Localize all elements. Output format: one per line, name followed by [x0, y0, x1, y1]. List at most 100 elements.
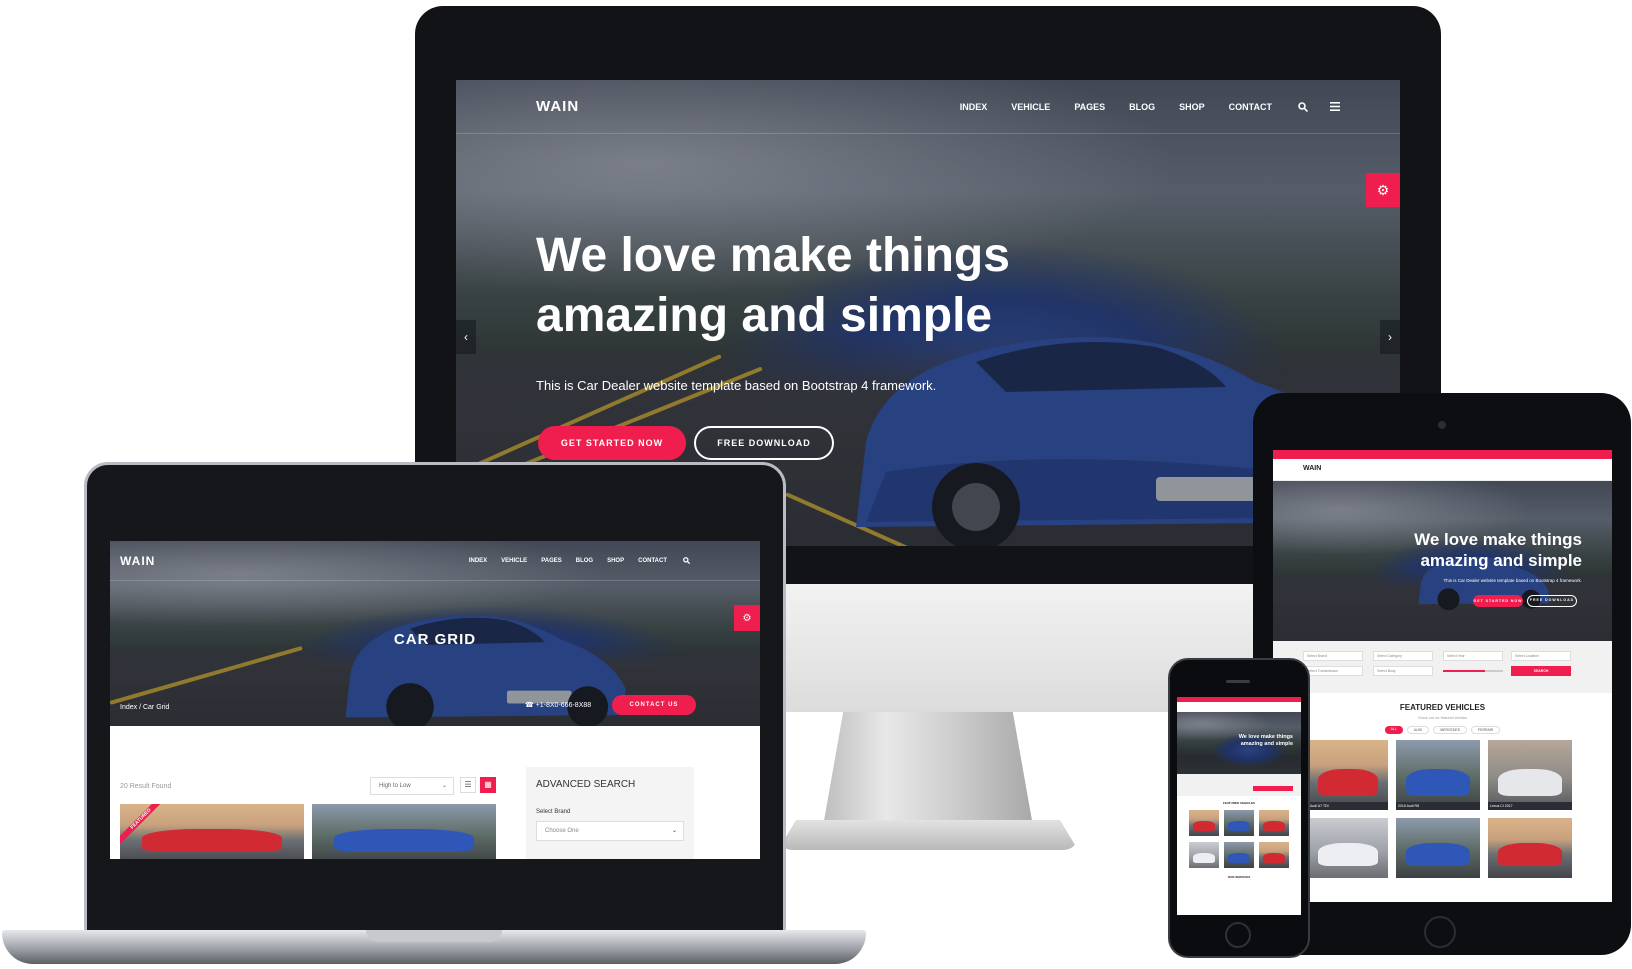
vehicle-card[interactable]: [1308, 818, 1388, 878]
responsive-devices-showcase: WAIN INDEX VEHICLE PAGES BLOG SHOP CONTA…: [0, 0, 1632, 969]
car-image: [1192, 820, 1216, 831]
nav-contact[interactable]: CONTACT: [638, 558, 667, 564]
select-category-filter[interactable]: Select Category: [1373, 651, 1433, 661]
search-button[interactable]: SEARCH: [1511, 666, 1571, 676]
sort-select[interactable]: High to Low ⌄: [370, 777, 454, 795]
car-image: [1227, 820, 1251, 831]
vehicle-name: Audi A7 TDI: [1308, 802, 1388, 810]
free-download-button[interactable]: FREE DOWNLOAD: [694, 426, 834, 460]
breadcrumb-home[interactable]: Index: [120, 704, 137, 711]
tab-all[interactable]: ALL: [1384, 726, 1403, 734]
car-card-image[interactable]: [312, 804, 496, 859]
gear-icon[interactable]: ⚙: [1366, 173, 1400, 207]
get-started-button[interactable]: GET STARTED NOW: [538, 426, 686, 460]
vehicle-card[interactable]: [1259, 810, 1289, 836]
chevron-left-icon[interactable]: ‹: [456, 320, 476, 354]
price-slider[interactable]: [1443, 670, 1503, 672]
select-location-filter[interactable]: Select Location: [1511, 651, 1571, 661]
vehicle-card[interactable]: [1224, 810, 1254, 836]
car-image: [1317, 843, 1379, 866]
nav-vehicle[interactable]: VEHICLE: [1011, 102, 1050, 112]
monitor-stand-base: [778, 820, 1078, 850]
tablet-home-button[interactable]: [1424, 916, 1456, 948]
price-slider-fill: [1443, 670, 1485, 672]
brand-logo[interactable]: WAIN: [1303, 465, 1321, 472]
grid-view-icon[interactable]: ▦: [480, 777, 496, 793]
tab-ferrari[interactable]: FERRARI: [1471, 726, 1501, 734]
desktop-nav-menu: INDEX VEHICLE PAGES BLOG SHOP CONTACT: [936, 102, 1340, 112]
our-services-title: OUR SERVICES: [1227, 875, 1251, 879]
search-icon[interactable]: [1298, 101, 1308, 112]
vehicle-card[interactable]: 2016 Audi R8: [1396, 740, 1480, 810]
vehicle-card[interactable]: Lexus CI 2017: [1488, 740, 1572, 810]
desktop-navbar: WAIN INDEX VEHICLE PAGES BLOG SHOP CONTA…: [456, 80, 1400, 134]
vehicle-card[interactable]: [1189, 842, 1219, 868]
list-view-icon[interactable]: ☰: [460, 777, 476, 793]
laptop-page-header: WAIN INDEX VEHICLE PAGES BLOG SHOP CONTA…: [110, 541, 760, 726]
laptop-navbar: WAIN INDEX VEHICLE PAGES BLOG SHOP CONTA…: [110, 541, 760, 581]
vehicle-card[interactable]: Audi A7 TDI: [1308, 740, 1388, 810]
nav-shop[interactable]: SHOP: [607, 558, 624, 564]
car-card-image[interactable]: FEATURED: [120, 804, 304, 859]
sort-select-value: High to Low: [379, 783, 411, 789]
menu-icon[interactable]: [1330, 102, 1340, 111]
tablet-navbar: WAIN: [1273, 459, 1612, 481]
nav-index[interactable]: INDEX: [469, 558, 487, 564]
tab-mercedes[interactable]: MERCEDES: [1433, 726, 1468, 734]
nav-vehicle[interactable]: VEHICLE: [501, 558, 527, 564]
vehicle-card[interactable]: [1488, 818, 1572, 878]
phone-hero: We love make things amazing and simple: [1177, 712, 1301, 774]
monitor-stand: [822, 712, 1034, 832]
featured-vehicles-subtitle: Check out our featured vehicles: [1417, 716, 1468, 720]
tab-audi[interactable]: AUDI: [1406, 726, 1430, 734]
free-download-button[interactable]: FREE DOWNLOAD: [1527, 595, 1577, 607]
car-image: [1262, 820, 1286, 831]
car-image: [1406, 843, 1470, 866]
select-body-filter[interactable]: Select Body: [1373, 666, 1433, 676]
car-image: [1262, 852, 1286, 863]
vehicle-card[interactable]: [1224, 842, 1254, 868]
gear-icon[interactable]: ⚙: [734, 605, 760, 631]
search-icon[interactable]: [683, 557, 690, 564]
laptop-nav-menu: INDEX VEHICLE PAGES BLOG SHOP CONTACT: [455, 557, 690, 564]
hero-title-line1: We love make things: [1238, 734, 1293, 740]
select-brand-filter[interactable]: Select Brand: [1303, 651, 1363, 661]
phone-navbar: [1177, 702, 1301, 712]
select-brand-dropdown[interactable]: Choose One ⌄: [536, 821, 684, 841]
tablet-topbar: [1273, 450, 1612, 459]
nav-shop[interactable]: SHOP: [1179, 102, 1205, 112]
get-started-button[interactable]: GET STARTED NOW: [1473, 595, 1523, 607]
vehicle-name: 2016 Audi R8: [1396, 802, 1480, 810]
chevron-down-icon: ⌄: [441, 783, 447, 789]
select-year-filter[interactable]: Select Year: [1443, 651, 1503, 661]
brand-logo[interactable]: WAIN: [120, 554, 155, 568]
tablet-hero: We love make things amazing and simple T…: [1273, 481, 1612, 641]
nav-blog[interactable]: BLOG: [576, 558, 593, 564]
nav-pages[interactable]: PAGES: [541, 558, 562, 564]
hero-title: We love make things amazing and simple: [1239, 734, 1293, 748]
vehicle-card[interactable]: [1259, 842, 1289, 868]
hero-title-line2: amazing and simple: [1240, 741, 1293, 747]
phone-home-button[interactable]: [1225, 922, 1251, 948]
nav-blog[interactable]: BLOG: [1129, 102, 1155, 112]
nav-pages[interactable]: PAGES: [1074, 102, 1105, 112]
search-button[interactable]: [1253, 786, 1293, 791]
chevron-right-icon[interactable]: ›: [1380, 320, 1400, 354]
featured-filter-tabs: ALL AUDI MERCEDES FERRARI: [1273, 726, 1612, 734]
vehicle-card[interactable]: [1396, 818, 1480, 878]
advanced-search-title: ADVANCED SEARCH: [536, 779, 636, 790]
nav-contact[interactable]: CONTACT: [1229, 102, 1272, 112]
car-image: [1498, 843, 1562, 866]
nav-index[interactable]: INDEX: [960, 102, 988, 112]
breadcrumb-current: Car Grid: [142, 704, 170, 711]
car-image: [1406, 769, 1470, 796]
hero-subtitle: This is Car Dealer website template base…: [536, 378, 937, 393]
header-phone: ☎ +1-8X0-666-8X88: [525, 701, 591, 709]
vehicle-card[interactable]: [1189, 810, 1219, 836]
car-image: [1227, 852, 1251, 863]
contact-us-button[interactable]: CONTACT US: [612, 695, 696, 715]
car-image: [1192, 852, 1216, 863]
select-transmission-filter[interactable]: Select Transmission: [1303, 666, 1363, 676]
brand-logo[interactable]: WAIN: [536, 98, 579, 115]
phone-search-bar: [1177, 774, 1301, 796]
